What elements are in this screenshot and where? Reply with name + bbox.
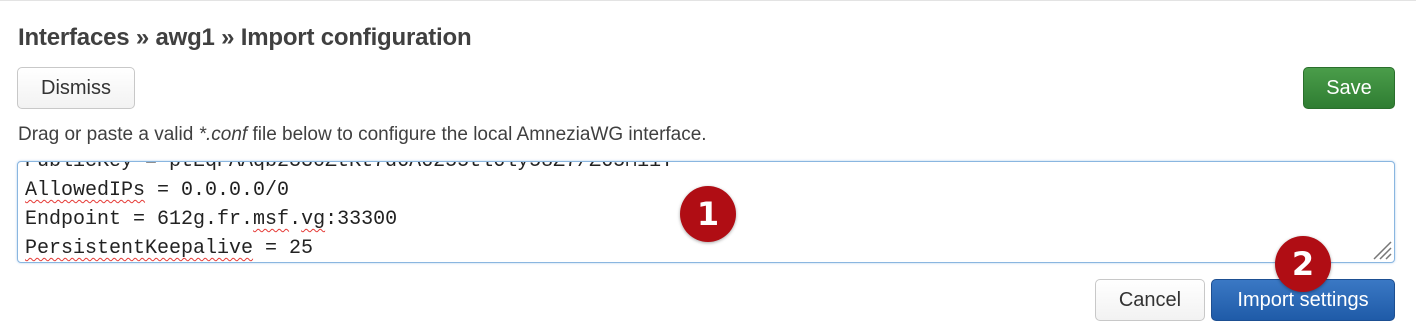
file-extension: *.conf xyxy=(198,124,248,145)
step-1-badge: 1 xyxy=(680,186,736,242)
instructions-text: Drag or paste a valid *.conf file below … xyxy=(18,124,707,146)
config-line-allowedips: AllowedIPs = 0.0.0.0/0 xyxy=(25,179,290,202)
dismiss-button[interactable]: Dismiss xyxy=(17,67,135,109)
config-line-keepalive: PersistentKeepalive = 25 xyxy=(25,237,314,260)
top-divider xyxy=(0,0,1416,1)
instructions-prefix: Drag or paste a valid xyxy=(18,124,199,145)
config-line-publickey: PublicKey = ptEqPAAqb2330ZtKt7d6A6255tl6… xyxy=(25,161,674,173)
cancel-button[interactable]: Cancel xyxy=(1095,279,1205,321)
instructions-suffix: file below to configure the local Amnezi… xyxy=(247,124,707,145)
resize-handle-icon[interactable] xyxy=(1370,238,1392,260)
config-line-endpoint: Endpoint = 612g.fr.msf.vg:33300 xyxy=(25,208,398,231)
save-button[interactable]: Save xyxy=(1303,67,1395,109)
step-2-badge: 2 xyxy=(1275,236,1331,292)
config-content: PublicKey = ptEqPAAqb2330ZtKt7d6A6255tl6… xyxy=(25,161,674,262)
page-title: Interfaces » awg1 » Import configuration xyxy=(18,24,472,51)
